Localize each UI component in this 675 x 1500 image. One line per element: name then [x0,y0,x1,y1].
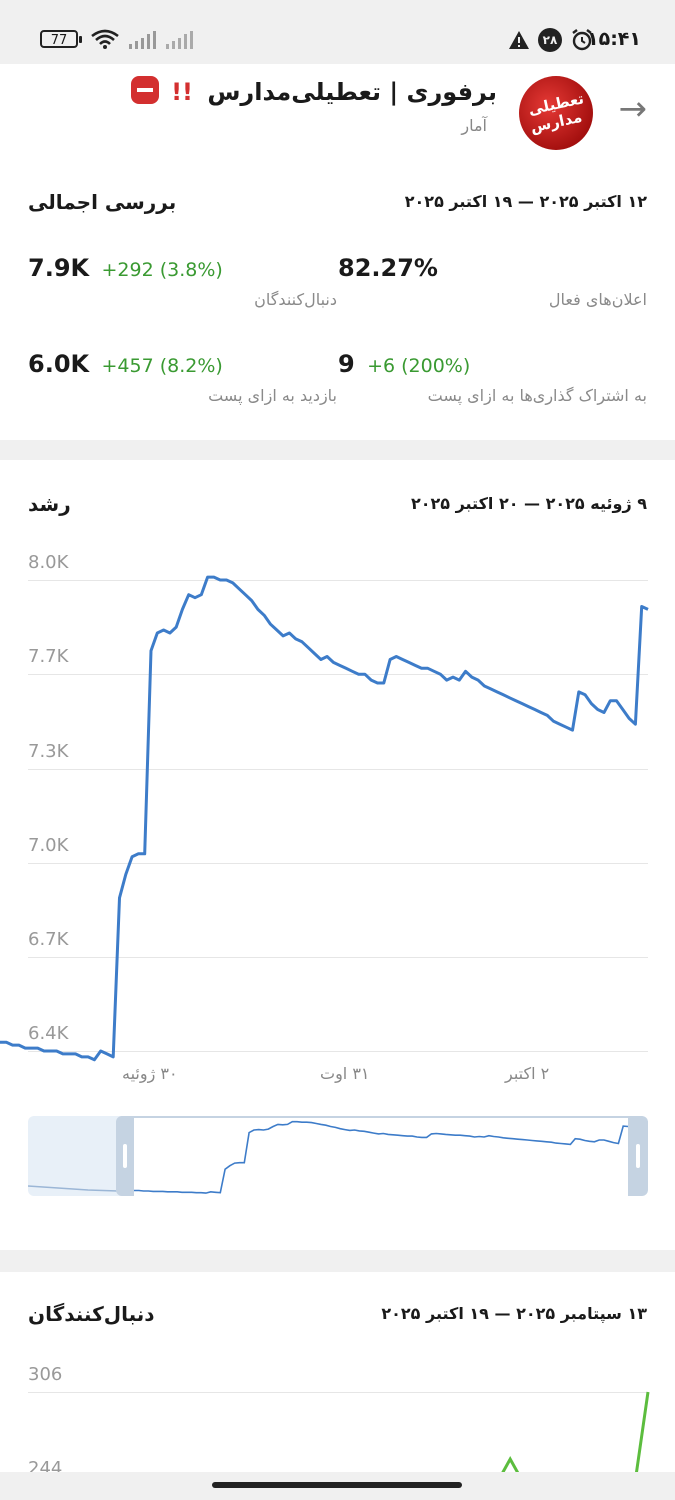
wifi-icon [91,29,119,49]
x-tick-label: ۳۱ اوت [320,1064,370,1083]
growth-line-chart[interactable] [0,560,675,1070]
page-subtitle: آمار [461,116,487,135]
growth-series-line [0,575,649,1062]
views-value: 6.0K [28,350,90,378]
signal-icon [129,31,156,49]
views-delta: +457 (8.2%) [101,355,223,377]
channel-header: → تعطیلی مدارس برفوری | تعطیلی‌مدارس !! … [0,64,675,156]
x-tick-label: ۳۰ ژوئیه [122,1064,178,1083]
x-tick-label: ۲ اکتبر [505,1064,550,1083]
notification-badge: ۲۸ [538,28,562,52]
back-arrow-icon[interactable]: → [619,92,648,126]
navigator-preview-line [28,1185,119,1192]
home-indicator[interactable] [212,1482,462,1488]
stop-sign-icon [130,76,159,104]
overview-date-range: ۱۲ اکتبر ۲۰۲۵ — ۱۹ اکتبر ۲۰۲۵ [404,192,647,211]
views-stat: 6.0K +457 (8.2%) [28,350,223,378]
notifications-value: 82.27% [338,254,438,282]
growth-card: رشد ۹ ژوئیه ۲۰۲۵ — ۲۰ اکتبر ۲۰۲۵ 8.0K 7.… [0,460,675,1250]
clock: ۱۵:۴۱ [587,28,641,50]
notifications-label: اعلان‌های فعال [548,290,647,309]
status-bar: 77 ۲۸ ۱۵:۴۱ [0,0,675,64]
warning-icon [509,31,529,49]
followers-value: 7.9K [28,254,90,282]
shares-label: به اشتراک گذاری‌ها به ازای پست [427,386,647,405]
growth-date-range: ۹ ژوئیه ۲۰۲۵ — ۲۰ اکتبر ۲۰۲۵ [410,494,647,513]
followers-label: دنبال‌کنندگان [254,290,337,309]
shares-stat: 9 +6 (200%) [338,350,470,378]
battery-indicator: 77 [40,30,82,48]
range-navigator[interactable] [28,1116,648,1196]
followers-title: دنبال‌کنندگان [28,1302,155,1326]
followers-date-range: ۱۳ سپتامبر ۲۰۲۵ — ۱۹ اکتبر ۲۰۲۵ [381,1304,647,1323]
overview-card: بررسی اجمالی ۱۲ اکتبر ۲۰۲۵ — ۱۹ اکتبر ۲۰… [0,156,675,440]
channel-title-text: برفوری | تعطیلی‌مدارس [207,78,497,106]
overview-title: بررسی اجمالی [28,190,177,214]
followers-card: دنبال‌کنندگان ۱۳ سپتامبر ۲۰۲۵ — ۱۹ اکتبر… [0,1272,675,1500]
followers-stat: 7.9K +292 (3.8%) [28,254,223,282]
shares-delta: +6 (200%) [367,355,471,377]
signal-icon-2 [166,31,193,49]
shares-value: 9 [338,350,355,378]
channel-title: برفوری | تعطیلی‌مدارس !! [130,76,497,107]
growth-title: رشد [28,492,71,516]
navigator-window[interactable] [134,1116,630,1196]
channel-avatar[interactable]: تعطیلی مدارس [519,76,593,150]
navigator-right-handle[interactable] [628,1116,648,1196]
views-label: بازدید به ازای پست [208,386,337,405]
double-exclamation-icon: !! [171,78,193,106]
navigator-left-handle[interactable] [116,1116,134,1196]
followers-delta: +292 (3.8%) [101,259,223,281]
